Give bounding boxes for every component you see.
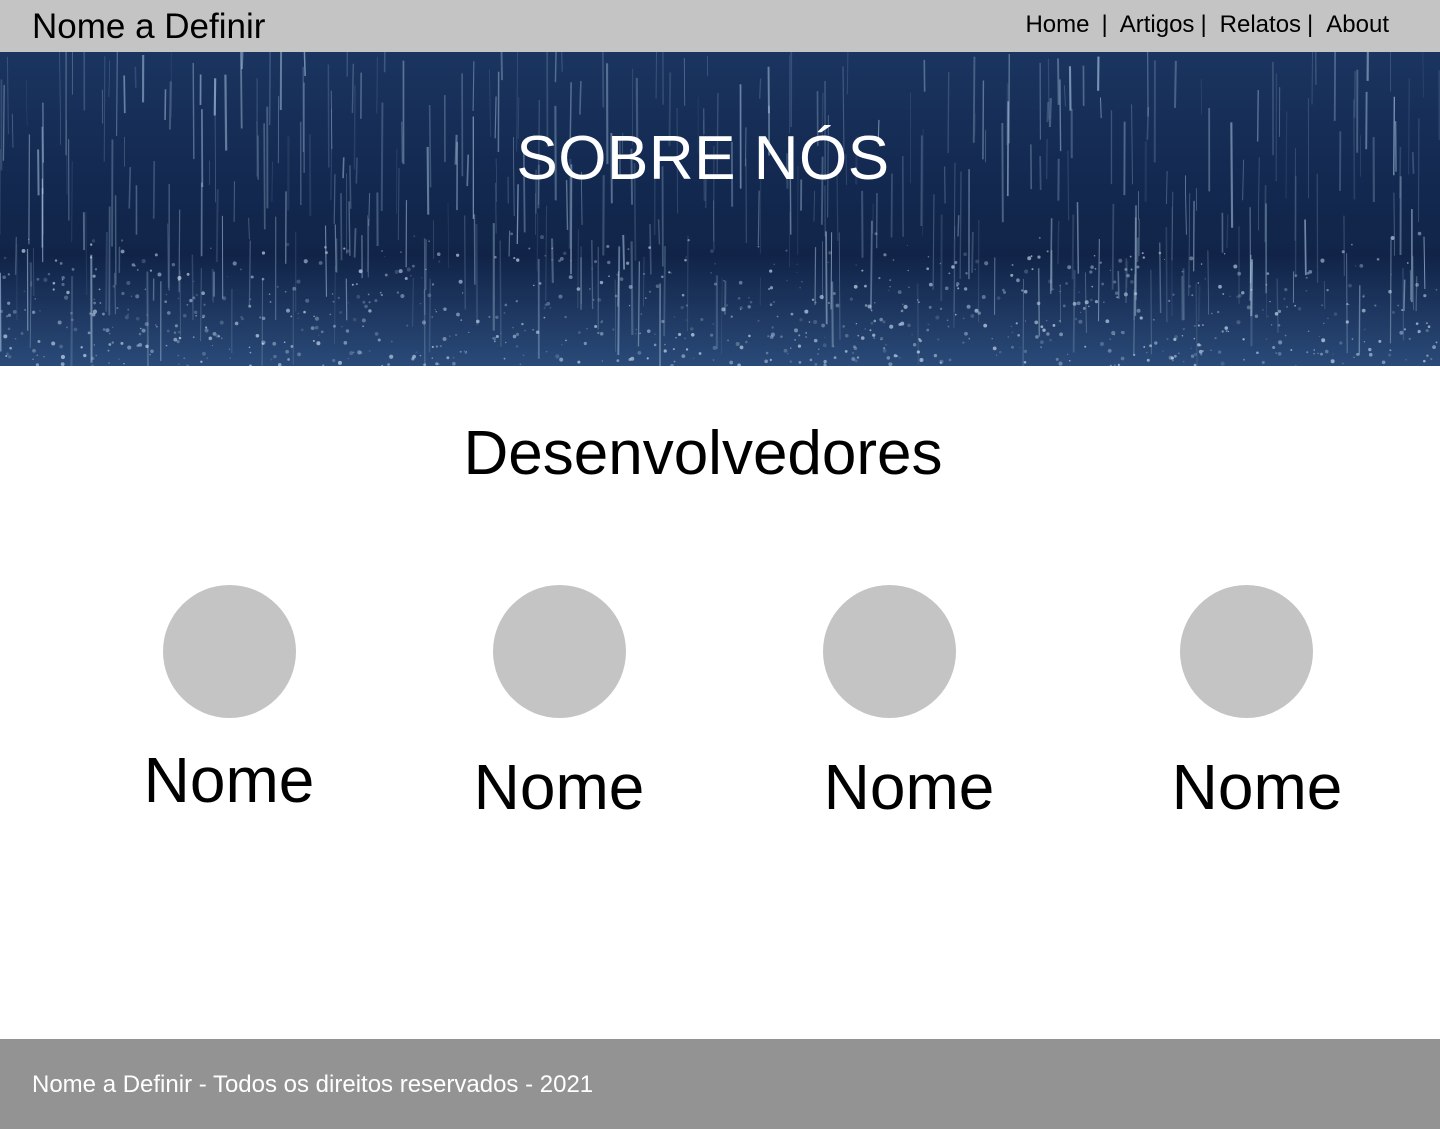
- footer: Nome a Definir - Todos os direitos reser…: [0, 1039, 1440, 1129]
- avatar: [822, 585, 956, 718]
- developer-card: Nome: [429, 585, 689, 823]
- avatar: [492, 585, 626, 718]
- hero-title: SOBRE NÓS: [516, 124, 890, 193]
- nav-separator: |: [1101, 11, 1108, 38]
- avatar: [162, 585, 296, 718]
- developer-name: Nome: [823, 751, 995, 823]
- nav-separator: |: [1307, 11, 1314, 38]
- developer-name: Nome: [473, 751, 645, 823]
- nav-separator: |: [1200, 11, 1207, 38]
- developer-card: Nome: [99, 585, 359, 816]
- nav-link-relatos[interactable]: Relatos: [1220, 8, 1301, 42]
- footer-copyright: Nome a Definir - Todos os direitos reser…: [32, 1071, 594, 1098]
- developer-card: Nome: [759, 585, 1019, 823]
- developers-heading: Desenvolvedores: [463, 419, 943, 488]
- developer-name: Nome: [143, 744, 315, 816]
- brand-title[interactable]: Nome a Definir: [32, 6, 265, 48]
- developer-name: Nome: [1171, 751, 1343, 823]
- hero-banner: SOBRE NÓS: [0, 52, 1440, 366]
- main-nav: Home | Artigos | Relatos | About: [1025, 8, 1389, 42]
- developer-card: Nome: [1116, 585, 1376, 823]
- rain-background-image: [0, 52, 1440, 366]
- nav-link-artigos[interactable]: Artigos: [1120, 8, 1195, 42]
- avatar: [1179, 585, 1313, 718]
- page: Nome a Definir Home | Artigos | Relatos …: [0, 0, 1440, 1129]
- nav-link-about[interactable]: About: [1326, 8, 1389, 42]
- nav-link-home[interactable]: Home: [1025, 8, 1089, 42]
- top-bar: Nome a Definir Home | Artigos | Relatos …: [0, 0, 1440, 52]
